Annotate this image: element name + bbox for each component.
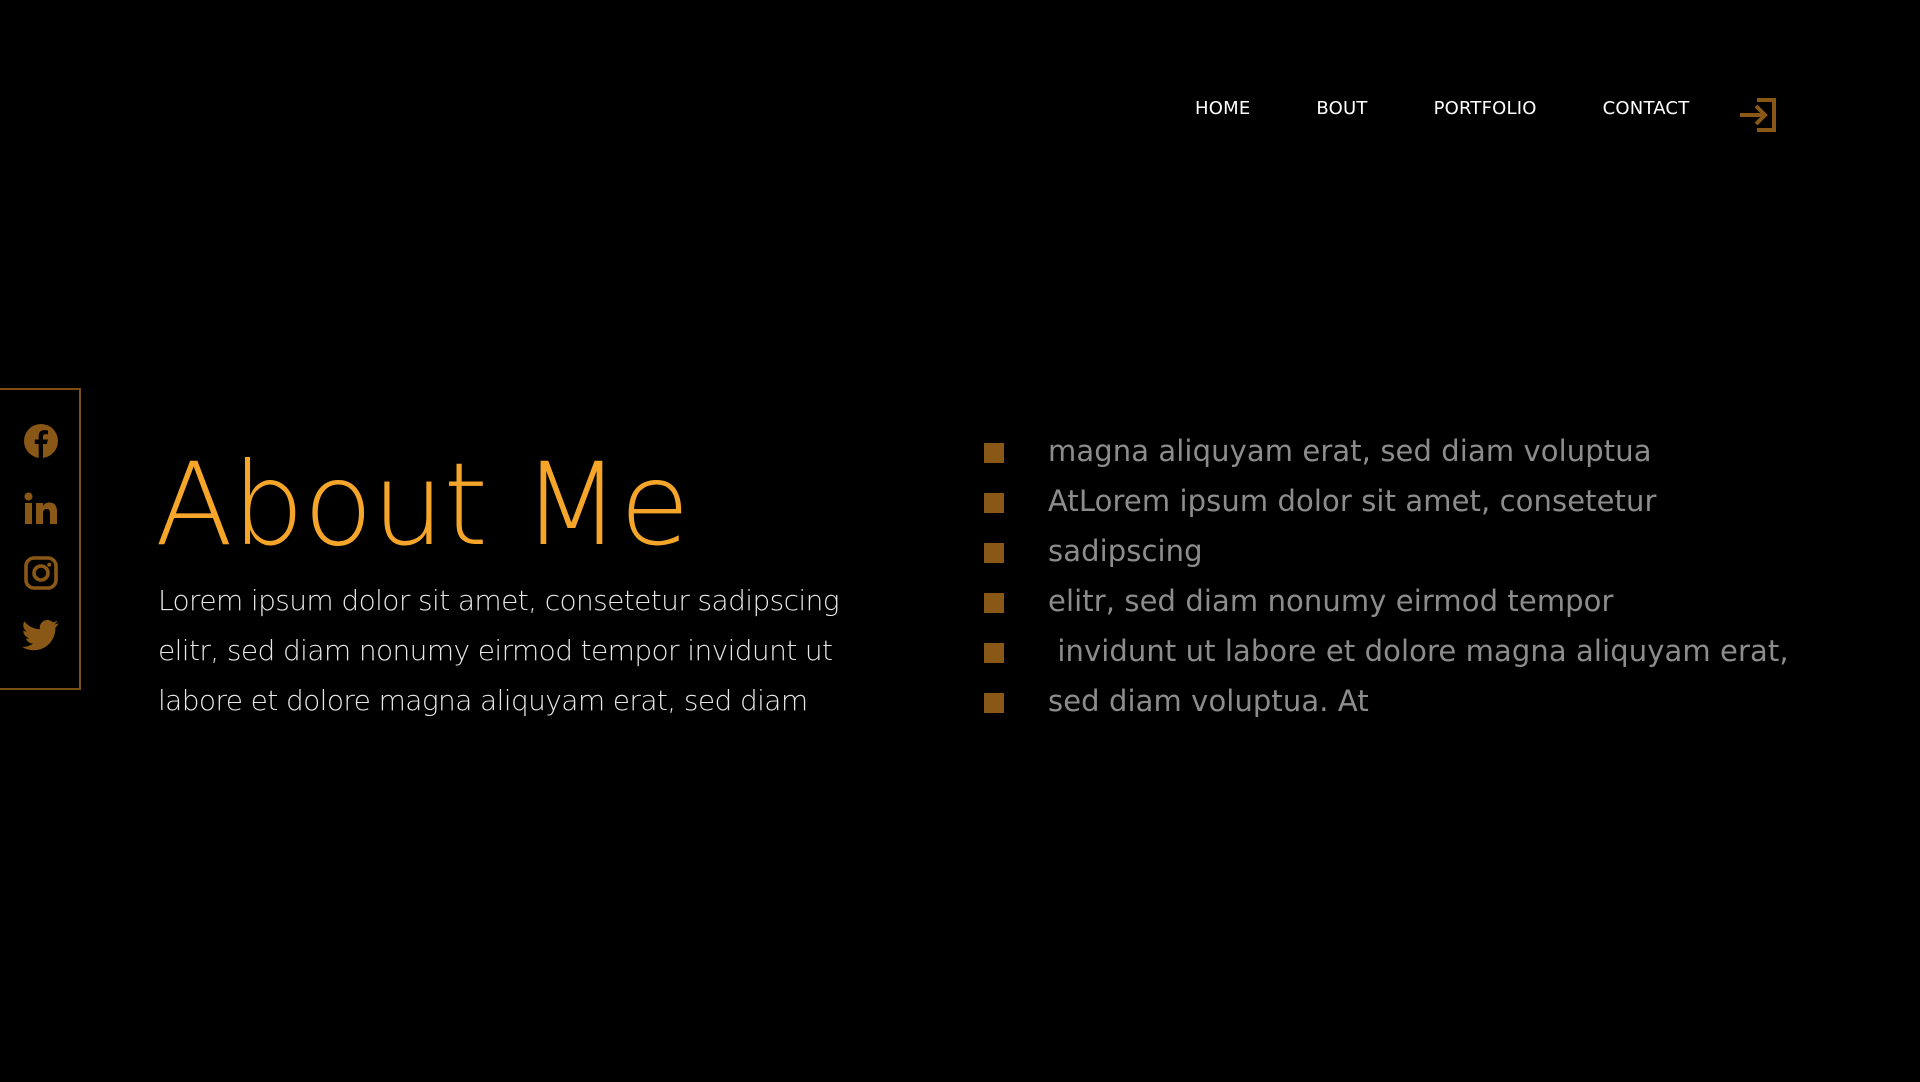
list-item-text: elitr, sed diam nonumy eirmod tempor — [1048, 584, 1614, 618]
instagram-icon[interactable] — [22, 554, 60, 592]
nav-home[interactable]: HOME — [1195, 98, 1250, 119]
about-paragraph: Lorem ipsum dolor sit amet, consetetur s… — [158, 584, 840, 717]
linkedin-icon[interactable] — [22, 490, 60, 528]
square-bullet-icon — [984, 643, 1004, 663]
list-item-text: AtLorem ipsum dolor sit amet, consetetur — [1048, 484, 1657, 518]
twitter-icon[interactable] — [21, 616, 60, 654]
facebook-icon[interactable] — [22, 422, 60, 460]
square-bullet-icon — [984, 593, 1004, 613]
nav-portfolio[interactable]: PORTFOLIO — [1434, 98, 1537, 119]
list-item-text: magna aliquyam erat, sed diam voluptua — [1048, 434, 1652, 468]
list-item-text: invidunt ut labore et dolore magna aliqu… — [1048, 634, 1789, 668]
login-arrow-icon[interactable] — [1738, 98, 1778, 132]
square-bullet-icon — [984, 493, 1004, 513]
page-title: About Me — [155, 438, 690, 571]
nav-about[interactable]: BOUT — [1316, 98, 1367, 119]
square-bullet-icon — [984, 543, 1004, 563]
list-item-text: sadipscing — [1048, 534, 1203, 568]
square-bullet-icon — [984, 693, 1004, 713]
list-item-text: sed diam voluptua. At — [1048, 684, 1369, 718]
nav-contact[interactable]: CONTACT — [1603, 98, 1690, 119]
square-bullet-icon — [984, 443, 1004, 463]
main-nav: HOME BOUT PORTFOLIO CONTACT — [1195, 98, 1689, 119]
social-sidebar — [0, 388, 81, 690]
